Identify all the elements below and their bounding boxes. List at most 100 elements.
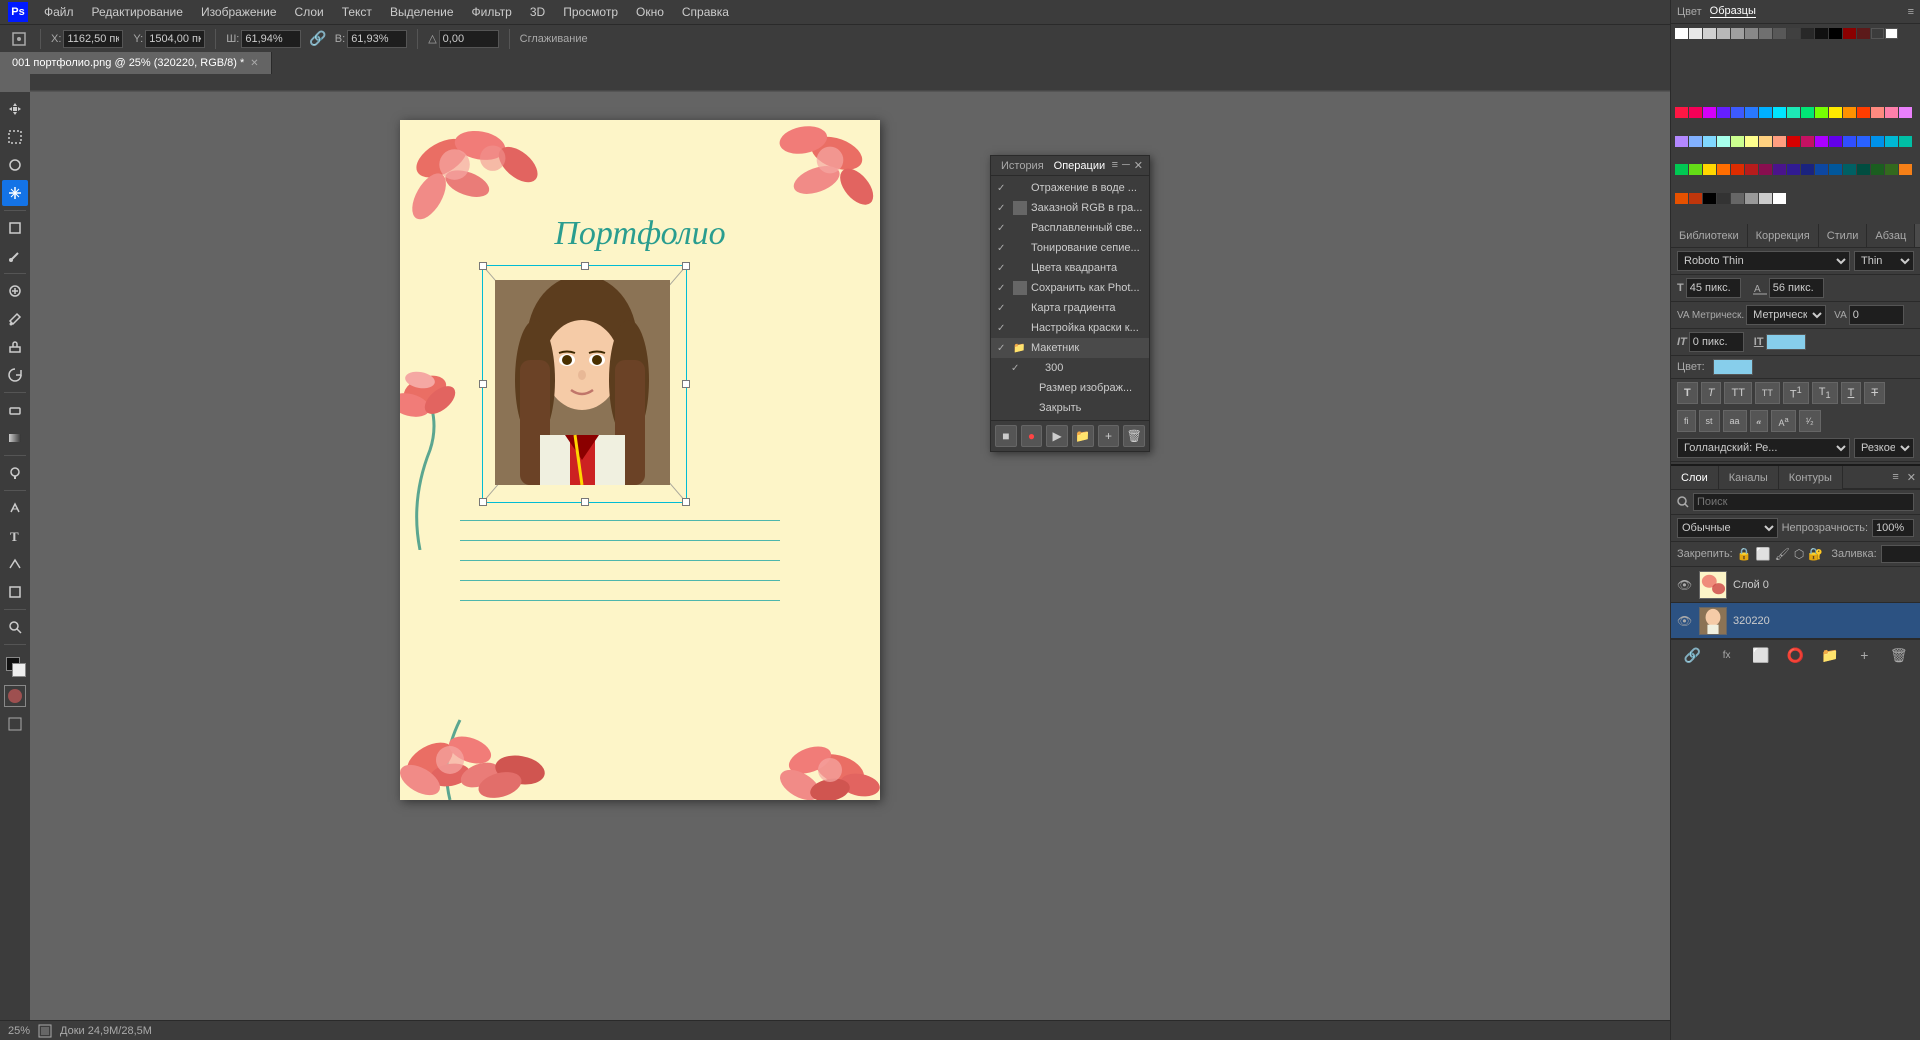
- ops-sub-item-0[interactable]: ✓ 300: [991, 358, 1149, 378]
- layers-mask-button[interactable]: ⬜: [1750, 644, 1772, 666]
- color-picker[interactable]: [1766, 334, 1806, 350]
- swatch[interactable]: [1857, 164, 1870, 175]
- swatch[interactable]: [1773, 136, 1786, 147]
- tab-paths[interactable]: Контуры: [1779, 466, 1843, 489]
- tab-symbol[interactable]: Символ: [1915, 224, 1920, 247]
- tab-libraries[interactable]: Библиотеки: [1671, 224, 1748, 247]
- layers-new-button[interactable]: +: [1853, 644, 1875, 666]
- eraser-tool[interactable]: [2, 397, 28, 423]
- stamp-tool[interactable]: [2, 334, 28, 360]
- swatch[interactable]: [1801, 28, 1814, 39]
- swatch[interactable]: [1745, 193, 1758, 204]
- swatch[interactable]: [1731, 136, 1744, 147]
- ops-panel-header[interactable]: История Операции ≡ ─ ✕: [991, 156, 1149, 176]
- swatch[interactable]: [1773, 28, 1786, 39]
- swatch[interactable]: [1815, 164, 1828, 175]
- ops-record-button[interactable]: ●: [1021, 425, 1043, 447]
- tab-paragraph[interactable]: Абзац: [1867, 224, 1915, 247]
- swatch[interactable]: [1717, 193, 1730, 204]
- swatches-menu[interactable]: ≡: [1908, 6, 1914, 18]
- strikethrough-button[interactable]: T: [1864, 382, 1885, 404]
- swatch[interactable]: [1689, 193, 1702, 204]
- angle-input[interactable]: [439, 30, 499, 48]
- lasso-tool[interactable]: [2, 152, 28, 178]
- swatch[interactable]: [1745, 164, 1758, 175]
- eyedropper-tool[interactable]: [2, 243, 28, 269]
- layers-fx-button[interactable]: fx: [1716, 644, 1738, 666]
- swatch[interactable]: [1871, 136, 1884, 147]
- swatch[interactable]: [1703, 107, 1716, 118]
- dodge-tool[interactable]: [2, 460, 28, 486]
- swatch[interactable]: [1857, 136, 1870, 147]
- menu-3d[interactable]: 3D: [522, 3, 553, 21]
- opacity-input[interactable]: [1872, 519, 1914, 537]
- menu-select[interactable]: Выделение: [382, 3, 462, 21]
- swatch[interactable]: [1759, 28, 1772, 39]
- ord-button[interactable]: aa: [1723, 410, 1747, 432]
- ops-collapse-icon[interactable]: ─: [1122, 159, 1130, 172]
- move-tool[interactable]: [2, 96, 28, 122]
- lock-art-icon[interactable]: ⬡: [1794, 547, 1804, 561]
- swatch[interactable]: [1703, 193, 1716, 204]
- swatch[interactable]: [1745, 136, 1758, 147]
- ops-item-5[interactable]: ✓ Сохранить как Phot...: [991, 278, 1149, 298]
- swatch[interactable]: [1885, 136, 1898, 147]
- swatch[interactable]: [1857, 107, 1870, 118]
- handle-bottom-left[interactable]: [479, 498, 487, 506]
- swatch[interactable]: [1675, 107, 1688, 118]
- tab-correction[interactable]: Коррекция: [1748, 224, 1819, 247]
- smallcaps-button[interactable]: TT: [1755, 382, 1780, 404]
- swatch[interactable]: [1871, 164, 1884, 175]
- fill-input[interactable]: [1881, 545, 1920, 563]
- zoom-tool[interactable]: [2, 614, 28, 640]
- fit-icon[interactable]: [38, 1024, 52, 1038]
- tab-styles[interactable]: Стили: [1819, 224, 1868, 247]
- swatch[interactable]: [1857, 28, 1870, 39]
- swatch[interactable]: [1787, 136, 1800, 147]
- menu-filter[interactable]: Фильтр: [464, 3, 520, 21]
- foreground-background-colors[interactable]: [2, 653, 28, 679]
- magic-wand-tool[interactable]: [2, 180, 28, 206]
- layers-folder-button[interactable]: 📁: [1819, 644, 1841, 666]
- antialias-select[interactable]: Резкое: [1854, 438, 1914, 458]
- swatch[interactable]: [1885, 28, 1898, 39]
- layer-eye-1[interactable]: 👁: [1677, 614, 1693, 628]
- italic-button[interactable]: T: [1701, 382, 1722, 404]
- swatch[interactable]: [1745, 28, 1758, 39]
- menu-view[interactable]: Просмотр: [555, 3, 626, 21]
- ops-folder-button[interactable]: 📁: [1072, 425, 1094, 447]
- handle-top-center[interactable]: [581, 262, 589, 270]
- swatch[interactable]: [1675, 28, 1688, 39]
- underline-button[interactable]: T: [1841, 382, 1862, 404]
- ops-item-6[interactable]: ✓ Карта градиента: [991, 298, 1149, 318]
- swatch[interactable]: [1731, 28, 1744, 39]
- layers-delete-button[interactable]: 🗑: [1888, 644, 1910, 666]
- char-color-swatch[interactable]: [1713, 359, 1753, 375]
- layer-item-1[interactable]: 👁 320220: [1671, 603, 1920, 639]
- swatch[interactable]: [1815, 28, 1828, 39]
- ops-item-2[interactable]: ✓ Расплавленный све...: [991, 218, 1149, 238]
- y-input[interactable]: [145, 30, 205, 48]
- swatch[interactable]: [1899, 164, 1912, 175]
- swatch[interactable]: [1759, 164, 1772, 175]
- swatch[interactable]: [1773, 107, 1786, 118]
- frac-button[interactable]: fi: [1677, 410, 1696, 432]
- ops-play-button[interactable]: ▶: [1046, 425, 1068, 447]
- layers-link-button[interactable]: 🔗: [1681, 644, 1703, 666]
- swatch[interactable]: [1717, 164, 1730, 175]
- layer-eye-0[interactable]: 👁: [1677, 578, 1693, 592]
- swash-button[interactable]: 𝒶: [1750, 410, 1769, 432]
- heal-tool[interactable]: [2, 278, 28, 304]
- ops-sub-item-2[interactable]: Закрыть: [991, 398, 1149, 418]
- swatch[interactable]: [1843, 164, 1856, 175]
- language-select[interactable]: Голландский: Ре...: [1677, 438, 1850, 458]
- tab-color[interactable]: Цвет: [1677, 6, 1702, 18]
- lock-pixel-icon[interactable]: ⬜: [1756, 547, 1771, 561]
- lock-all-icon[interactable]: 🔐: [1808, 547, 1823, 561]
- swatch[interactable]: [1689, 136, 1702, 147]
- swatch[interactable]: [1787, 28, 1800, 39]
- swatch[interactable]: [1899, 107, 1912, 118]
- tracking-select[interactable]: Метрическ.: [1746, 305, 1826, 325]
- swatch[interactable]: [1885, 164, 1898, 175]
- swatch[interactable]: [1689, 28, 1702, 39]
